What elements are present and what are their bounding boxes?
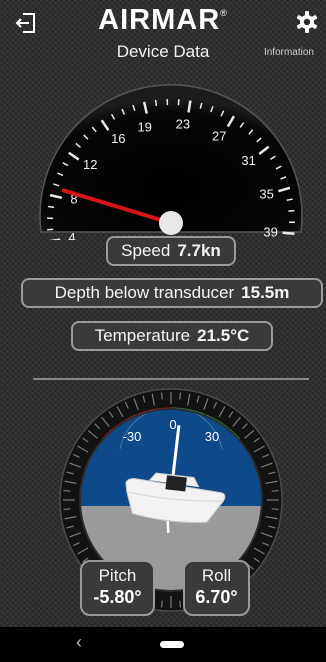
back-chevron-icon[interactable]: ‹ [76, 632, 82, 653]
information-link[interactable]: Information [264, 47, 314, 58]
speed-tick-label: 12 [83, 157, 97, 172]
speed-readout: Speed 7.7kn [106, 236, 236, 266]
temperature-readout: Temperature 21.5°C [71, 321, 273, 351]
speed-label: Speed [121, 241, 171, 260]
airmar-logo: AIRMAR® [98, 4, 228, 36]
depth-readout: Depth below transducer 15.5m [21, 278, 323, 308]
speed-needle-hub [159, 211, 183, 235]
app-header: AIRMAR® Device Data Information [0, 0, 326, 70]
bezel-tick [160, 392, 163, 400]
speed-tick-label: 31 [241, 153, 255, 168]
speed-dial-face [39, 84, 303, 233]
speed-value: 7.7kn [177, 241, 221, 260]
speed-tick-label: 23 [176, 117, 190, 132]
roll-readout: Roll 6.70° [183, 560, 250, 616]
speed-tick [282, 231, 295, 236]
speed-tick-label: 35 [259, 187, 273, 202]
pitch-value: -5.80° [93, 587, 142, 607]
bezel-tick [179, 392, 182, 400]
attitude-indicator: -30 0 30 [59, 388, 283, 612]
bezel-tick [179, 600, 182, 608]
speed-tick-label: 19 [137, 120, 151, 135]
bezel-tick [160, 600, 163, 608]
temperature-label: Temperature [94, 326, 191, 345]
roll-label-zero: 0 [169, 417, 176, 432]
depth-value: 15.5m [241, 283, 290, 302]
home-pill-icon[interactable] [160, 641, 184, 648]
roll-label-neg30: -30 [123, 429, 142, 444]
speed-tick [154, 99, 158, 107]
system-nav-bar: ‹ [0, 627, 326, 662]
speed-tick-label: 39 [263, 225, 277, 240]
roll-label: Roll [201, 566, 232, 585]
pitch-readout: Pitch -5.80° [80, 560, 155, 616]
gear-icon[interactable] [295, 10, 319, 34]
speed-tick-label: 16 [111, 131, 125, 146]
bezel-tick [63, 489, 71, 492]
bezel-tick [63, 508, 71, 511]
temperature-value: 21.5°C [197, 326, 250, 345]
speed-tick [47, 205, 55, 209]
bezel-tick [271, 508, 279, 511]
speed-tick [288, 209, 295, 212]
section-divider [33, 378, 309, 380]
roll-label-30: 30 [205, 429, 219, 444]
bezel-tick [271, 489, 279, 492]
depth-label: Depth below transducer [54, 283, 235, 302]
speed-gauge: 0481216192327313539 [39, 84, 303, 240]
roll-value: 6.70° [195, 587, 238, 607]
pitch-label: Pitch [98, 566, 137, 585]
speed-tick-label: 27 [212, 128, 226, 143]
speed-tick-label: 4 [68, 230, 75, 240]
